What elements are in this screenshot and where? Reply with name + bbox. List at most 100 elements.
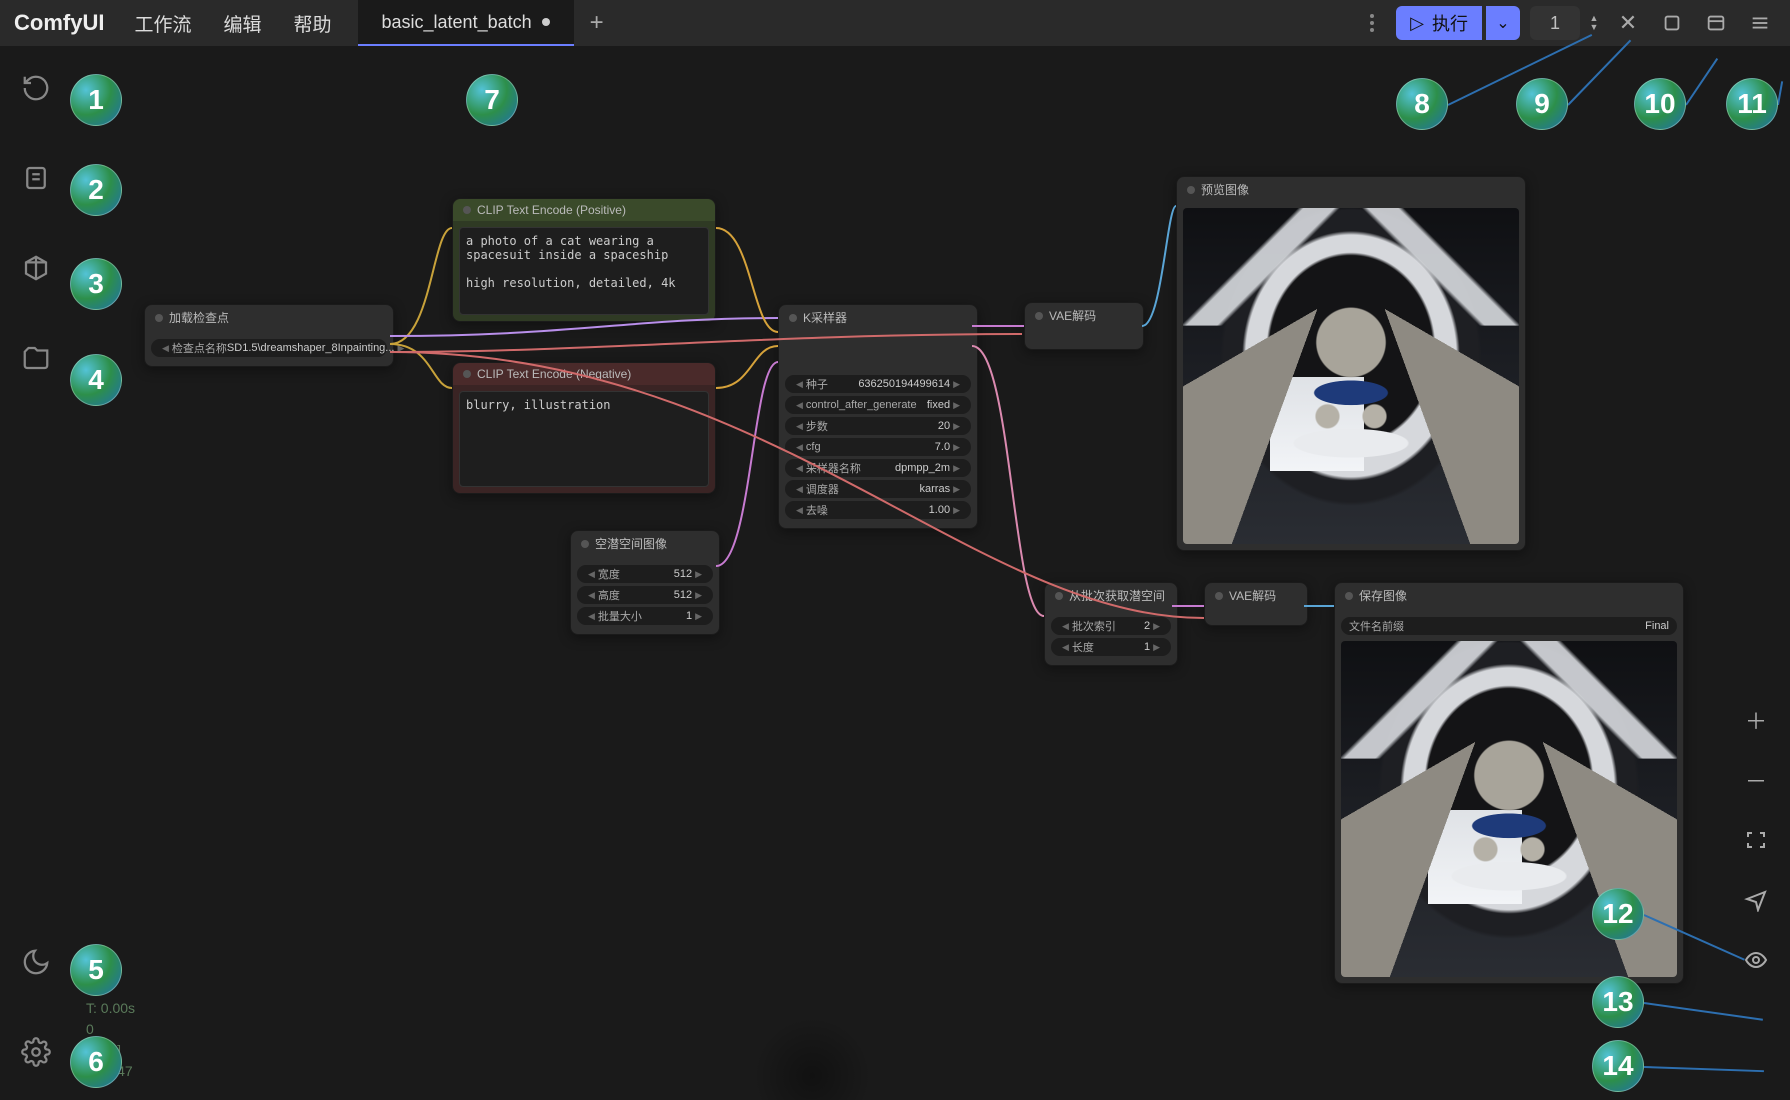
widget-value: 1.00 — [828, 504, 950, 516]
run-dropdown[interactable]: ⌄ — [1486, 6, 1520, 40]
node-title: 从批次获取潜空间 — [1045, 583, 1177, 608]
node-canvas[interactable]: 加载检查点 ◀ 检查点名称 SD1.5\dreamshaper_8Inpaint… — [72, 46, 1790, 1100]
widget-value: 636250194499614 — [828, 378, 950, 390]
theme-toggle-icon[interactable] — [18, 944, 54, 980]
maximize-icon[interactable] — [1652, 3, 1692, 43]
control-widget[interactable]: ◀control_after_generatefixed▶ — [785, 396, 971, 414]
node-latent-from-batch[interactable]: 从批次获取潜空间 ◀批次索引2▶ ◀长度1▶ — [1044, 582, 1178, 666]
annotation-badge-4: 4 — [70, 354, 122, 406]
tab-label: basic_latent_batch — [382, 12, 532, 33]
node-title: K采样器 — [779, 305, 977, 330]
arrow-left-icon: ◀ — [159, 343, 172, 354]
widget-label: 种子 — [806, 376, 828, 392]
widget-label: 高度 — [598, 587, 620, 603]
widget-value: 7.0 — [821, 441, 950, 453]
arrow-right-icon: ▶ — [394, 343, 407, 354]
preview-image-output — [1183, 208, 1519, 544]
node-empty-latent-image[interactable]: 空潜空间图像 ◀宽度512▶ ◀高度512▶ ◀批量大小1▶ — [570, 530, 720, 635]
workflow-tab[interactable]: basic_latent_batch — [358, 0, 574, 46]
widget-label: 步数 — [806, 418, 828, 434]
run-button[interactable]: ▷ 执行 — [1396, 6, 1482, 40]
node-ksampler[interactable]: K采样器 ◀种子636250194499614▶ ◀control_after_… — [778, 304, 978, 529]
widget-value: SD1.5\dreamshaper_8Inpainting... — [227, 342, 395, 354]
annotation-badge-5: 5 — [70, 944, 122, 996]
batch-value: 1 — [1550, 13, 1560, 34]
status-time: T: 0.00s — [86, 998, 135, 1019]
widget-value: fixed — [917, 399, 950, 411]
menu-workflow[interactable]: 工作流 — [118, 10, 207, 37]
menu-help[interactable]: 帮助 — [277, 10, 347, 37]
node-title: 加载检查点 — [145, 305, 393, 330]
node-load-checkpoint[interactable]: 加载检查点 ◀ 检查点名称 SD1.5\dreamshaper_8Inpaint… — [144, 304, 394, 367]
kebab-menu-icon[interactable] — [1352, 3, 1392, 43]
widget-label: 批量大小 — [598, 608, 642, 624]
cfg-widget[interactable]: ◀cfg7.0▶ — [785, 438, 971, 456]
widget-value: karras — [839, 483, 950, 495]
close-icon[interactable]: ✕ — [1608, 3, 1648, 43]
widget-label: control_after_generate — [806, 399, 917, 411]
node-title: 保存图像 — [1335, 583, 1683, 608]
batch-index-widget[interactable]: ◀批次索引2▶ — [1051, 617, 1171, 635]
fit-view-button[interactable] — [1736, 820, 1776, 860]
history-icon[interactable] — [18, 70, 54, 106]
denoise-widget[interactable]: ◀去噪1.00▶ — [785, 501, 971, 519]
annotation-badge-14: 14 — [1592, 1040, 1644, 1092]
node-title: CLIP Text Encode (Negative) — [453, 363, 715, 385]
widget-value: 512 — [620, 568, 692, 580]
node-title: VAE解码 — [1025, 303, 1143, 328]
widget-label: 去噪 — [806, 502, 828, 518]
annotation-badge-2: 2 — [70, 164, 122, 216]
width-widget[interactable]: ◀宽度512▶ — [577, 565, 713, 583]
stepper-down-icon[interactable]: ▼ — [1584, 23, 1604, 32]
node-library-icon[interactable] — [18, 250, 54, 286]
navigate-button[interactable] — [1736, 880, 1776, 920]
widget-value: dpmpp_2m — [861, 462, 950, 474]
scheduler-widget[interactable]: ◀调度器karras▶ — [785, 480, 971, 498]
annotation-badge-8: 8 — [1396, 78, 1448, 130]
steps-widget[interactable]: ◀步数20▶ — [785, 417, 971, 435]
zoom-out-button[interactable]: － — [1736, 760, 1776, 800]
zoom-in-button[interactable]: ＋ — [1736, 700, 1776, 740]
widget-value: 20 — [828, 420, 950, 432]
annotation-badge-1: 1 — [70, 74, 122, 126]
filename-prefix-widget[interactable]: 文件名前缀 Final — [1341, 617, 1677, 635]
run-label: 执行 — [1432, 10, 1468, 36]
sampler-widget[interactable]: ◀采样器名称dpmpp_2m▶ — [785, 459, 971, 477]
node-preview-image[interactable]: 预览图像 — [1176, 176, 1526, 551]
node-title: CLIP Text Encode (Positive) — [453, 199, 715, 221]
length-widget[interactable]: ◀长度1▶ — [1051, 638, 1171, 656]
node-vae-decode-top[interactable]: VAE解码 — [1024, 302, 1144, 350]
node-vae-decode-bottom[interactable]: VAE解码 — [1204, 582, 1308, 626]
queue-icon[interactable] — [18, 160, 54, 196]
widget-value: Final — [1404, 620, 1669, 632]
node-clip-text-encode-positive[interactable]: CLIP Text Encode (Positive) a photo of a… — [452, 198, 716, 322]
node-title: VAE解码 — [1205, 583, 1307, 608]
positive-prompt-text[interactable]: a photo of a cat wearing a spacesuit ins… — [459, 227, 709, 315]
ckpt-name-widget[interactable]: ◀ 检查点名称 SD1.5\dreamshaper_8Inpainting...… — [151, 339, 387, 357]
menu-edit[interactable]: 编辑 — [207, 10, 277, 37]
seed-widget[interactable]: ◀种子636250194499614▶ — [785, 375, 971, 393]
negative-prompt-text[interactable]: blurry, illustration — [459, 391, 709, 487]
widget-label: 长度 — [1072, 639, 1094, 655]
batch-widget[interactable]: ◀批量大小1▶ — [577, 607, 713, 625]
settings-icon[interactable] — [18, 1034, 54, 1070]
node-clip-text-encode-negative[interactable]: CLIP Text Encode (Negative) blurry, illu… — [452, 362, 716, 494]
widget-value: 512 — [620, 589, 692, 601]
annotation-badge-6: 6 — [70, 1036, 122, 1088]
hamburger-menu-icon[interactable] — [1740, 3, 1780, 43]
node-title: 空潜空间图像 — [571, 531, 719, 556]
widget-value: 1 — [642, 610, 692, 622]
batch-count-input[interactable]: 1 — [1530, 6, 1580, 40]
widget-label: cfg — [806, 441, 821, 453]
app-title: ComfyUI — [0, 10, 118, 36]
widget-value: 1 — [1094, 641, 1150, 653]
play-icon: ▷ — [1410, 13, 1424, 34]
annotation-badge-10: 10 — [1634, 78, 1686, 130]
panel-toggle-icon[interactable] — [1696, 3, 1736, 43]
widget-label: 调度器 — [806, 481, 839, 497]
unsaved-dot-icon — [542, 18, 550, 26]
add-tab-button[interactable]: + — [574, 0, 620, 46]
file-browser-icon[interactable] — [18, 340, 54, 376]
height-widget[interactable]: ◀高度512▶ — [577, 586, 713, 604]
widget-label: 批次索引 — [1072, 618, 1116, 634]
